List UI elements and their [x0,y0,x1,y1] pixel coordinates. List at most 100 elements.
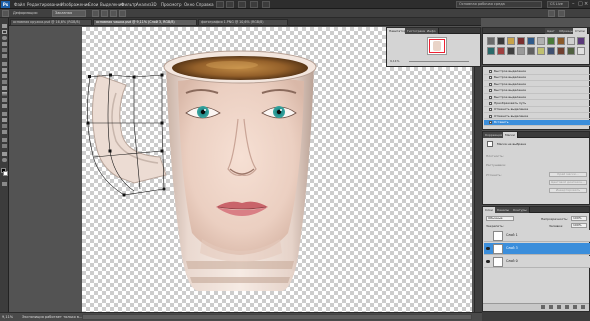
menu-view[interactable]: Просмотр [161,2,182,7]
pen-tool-icon[interactable] [2,112,7,116]
shape-tool-icon[interactable] [2,130,7,134]
quick-selection-tool-icon[interactable] [2,42,7,46]
tool-preset-button[interactable] [2,10,9,17]
menu-3d[interactable]: 3D [151,2,157,7]
tab-document-2[interactable]: основная чашка.psd @ 9,11% (Слой 3, RGB/… [93,19,197,26]
tab-document-3[interactable]: фотография 1.PNG @ 10,6% (RGB/8) [198,19,288,26]
cs-live-button[interactable]: CS Live [547,1,569,8]
style-swatch[interactable] [497,47,505,55]
warp-style-select[interactable]: Заказная [52,10,86,17]
eyedropper-tool-icon[interactable] [2,54,7,58]
quick-mask-icon[interactable] [2,182,7,186]
crop-tool-icon[interactable] [2,48,7,52]
eye-icon[interactable] [486,247,490,250]
style-swatch[interactable] [507,47,515,55]
invert-button[interactable]: Инвертировать [549,188,587,193]
3d-rotate-tool-icon[interactable] [2,138,7,142]
new-layer-icon[interactable] [573,305,577,309]
menu-window[interactable]: Окно [184,2,195,7]
style-swatch[interactable] [517,37,525,45]
menu-filter[interactable]: Фильтр [121,2,137,7]
style-swatch[interactable] [497,37,505,45]
fill-field[interactable]: 100% [571,223,587,228]
arrange-documents-button[interactable] [250,1,258,8]
layer-row[interactable]: Слой 1 [484,230,590,242]
lasso-tool-icon[interactable] [2,36,7,40]
clone-stamp-tool-icon[interactable] [2,74,7,78]
screen-mode-button[interactable] [262,1,270,8]
navigator-preview[interactable] [427,37,447,55]
status-zoom[interactable]: 9,11% [2,315,13,319]
fx-icon[interactable] [549,305,553,309]
history-item[interactable]: Быстрое выделение [484,69,590,75]
tab-channels[interactable]: Каналы [495,207,513,213]
workspace-switcher[interactable]: Основная рабочая среда [456,1,542,8]
style-swatch[interactable] [507,37,515,45]
zoom-tool-icon[interactable] [2,158,7,162]
minibridge-button[interactable] [226,1,234,8]
brush-tool-icon[interactable] [2,68,7,72]
document-artwork[interactable] [82,27,472,312]
horizontal-scrollbar[interactable] [82,314,472,320]
style-swatch[interactable] [557,47,565,55]
bridge-button[interactable] [216,1,224,8]
style-swatch[interactable] [567,47,575,55]
marquee-tool-icon[interactable] [2,30,7,34]
style-swatch[interactable] [547,37,555,45]
history-item[interactable]: Преобразовать путь [484,101,590,107]
tab-paths[interactable]: Контуры [511,207,530,213]
mask-edge-button[interactable]: Край маски... [549,172,587,177]
3d-orbit-tool-icon[interactable] [2,144,7,148]
layer-row[interactable]: Слой 3 [484,243,590,255]
menu-file[interactable]: Файл [14,2,25,7]
tab-layers[interactable]: Слои [483,207,496,213]
layer-row[interactable]: Слой 0 [484,256,590,268]
warp-h-distortion-field[interactable] [110,10,117,17]
style-swatch[interactable] [557,37,565,45]
type-tool-icon[interactable] [2,118,7,122]
style-swatch[interactable] [537,47,545,55]
view-box[interactable] [429,39,445,53]
history-item[interactable]: Быстрое выделение [484,75,590,81]
menu-analysis[interactable]: Анализ [136,2,151,7]
tab-document-1[interactable]: основная кружка.psd @ 16,6% (RGB/8) [10,19,92,26]
eraser-tool-icon[interactable] [2,86,7,90]
style-swatch[interactable] [577,47,585,55]
link-layers-icon[interactable] [541,305,545,309]
style-swatch[interactable] [487,47,495,55]
blur-tool-icon[interactable] [2,98,7,102]
new-group-icon[interactable] [565,305,569,309]
navigator-zoom[interactable]: 9,11% [390,59,400,63]
cancel-transform-icon[interactable] [548,10,555,17]
background-color-swatch[interactable] [3,171,8,176]
minimize-icon[interactable]: – [572,1,575,7]
style-swatch[interactable] [527,37,535,45]
gradient-tool-icon[interactable] [2,92,7,96]
menu-layers[interactable]: Слои [88,2,98,7]
warp-v-distortion-field[interactable] [119,10,126,17]
history-brush-tool-icon[interactable] [2,80,7,84]
color-range-button[interactable]: Цветовой диапазон... [549,180,587,185]
zoom-slider[interactable] [409,61,469,62]
maximize-icon[interactable]: □ [578,1,583,7]
style-swatch[interactable] [567,37,575,45]
style-swatch[interactable] [527,47,535,55]
healing-brush-tool-icon[interactable] [2,62,7,66]
close-icon[interactable]: × [584,1,588,7]
history-item[interactable]: Быстрое выделение [484,88,590,94]
warp-orientation-button[interactable] [92,10,99,17]
hand-tool-icon[interactable] [2,152,7,156]
commit-transform-icon[interactable] [558,10,565,17]
menu-help[interactable]: Справка [196,2,214,7]
tab-styles[interactable]: Стили [573,28,588,34]
dodge-tool-icon[interactable] [2,104,7,108]
history-item[interactable]: Вставить [484,120,590,126]
style-swatch[interactable] [537,37,545,45]
move-tool-icon[interactable] [2,24,7,28]
menu-image[interactable]: Изображение [61,2,90,7]
path-selection-tool-icon[interactable] [2,124,7,128]
style-swatch[interactable] [547,47,555,55]
tab-info[interactable]: Инфо [425,28,439,34]
history-item[interactable]: Быстрое выделение [484,95,590,101]
history-item[interactable]: Отменить выделение [484,107,590,113]
